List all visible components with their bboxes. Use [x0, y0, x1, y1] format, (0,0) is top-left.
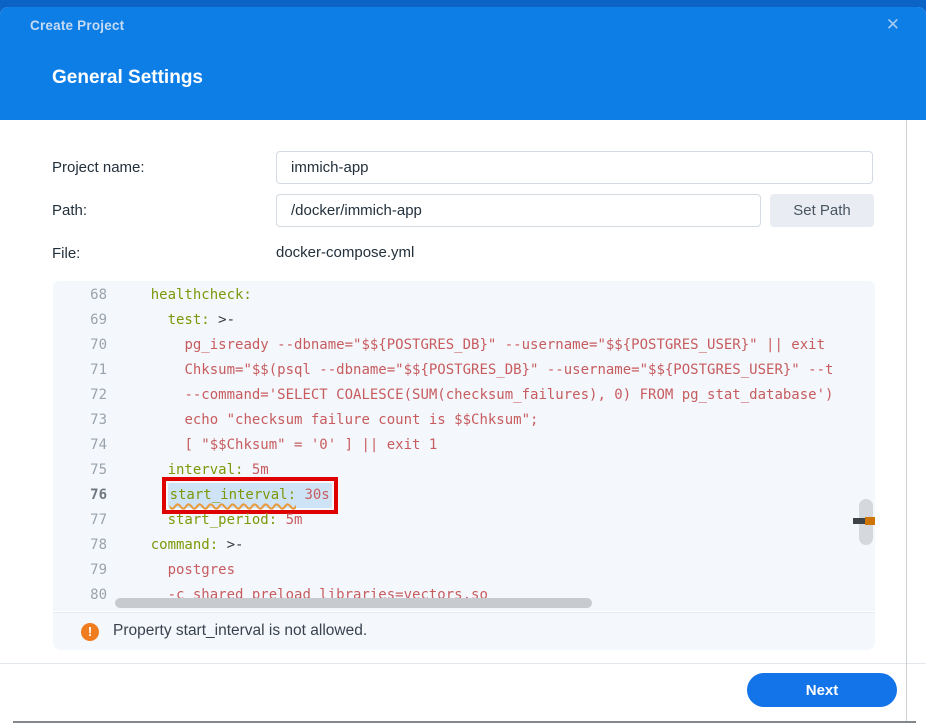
- line-number: 75: [53, 458, 117, 483]
- path-input[interactable]: [276, 194, 761, 227]
- set-path-button[interactable]: Set Path: [770, 194, 874, 227]
- background-window-edge-right: [906, 120, 907, 722]
- line-number: 74: [53, 433, 117, 458]
- validation-error-text: Property start_interval is not allowed.: [113, 622, 367, 640]
- project-name-input[interactable]: [276, 151, 873, 184]
- next-button[interactable]: Next: [747, 673, 897, 707]
- line-number: 69: [53, 308, 117, 333]
- line-number: 73: [53, 408, 117, 433]
- path-label: Path:: [52, 202, 87, 219]
- footer-divider: [0, 663, 926, 664]
- code-line: 77 start_period: 5m: [53, 508, 875, 533]
- validation-error-bar: ! Property start_interval is not allowed…: [53, 612, 875, 650]
- code-line: 75 interval: 5m: [53, 458, 875, 483]
- error-highlight-box: start_interval: 30s: [168, 483, 332, 508]
- code-line: 69 test: >-: [53, 308, 875, 333]
- line-number: 68: [53, 283, 117, 308]
- close-icon[interactable]: ✕: [886, 15, 900, 35]
- project-name-label: Project name:: [52, 159, 145, 176]
- horizontal-scrollbar[interactable]: [115, 598, 592, 608]
- code-line: 72 --command='SELECT COALESCE(SUM(checks…: [53, 383, 875, 408]
- dialog-header: Create Project ✕ General Settings: [0, 7, 926, 120]
- warning-icon: !: [81, 623, 99, 641]
- scrollbar-marker-dark: [853, 518, 865, 524]
- code-lines: 68 healthcheck:69 test: >-70 pg_isready …: [53, 283, 875, 608]
- screen: Create Project ✕ General Settings Projec…: [0, 0, 926, 726]
- code-line: 74 [ "$$Chksum" = '0' ] || exit 1: [53, 433, 875, 458]
- code-line: 73 echo "checksum failure count is $$Chk…: [53, 408, 875, 433]
- file-value: docker-compose.yml: [276, 244, 414, 261]
- line-number: 72: [53, 383, 117, 408]
- code-line: 70 pg_isready --dbname="$${POSTGRES_DB}"…: [53, 333, 875, 358]
- background-window-edge-bottom: [13, 721, 916, 723]
- file-label: File:: [52, 245, 80, 262]
- yaml-code-editor[interactable]: 68 healthcheck:69 test: >-70 pg_isready …: [53, 281, 875, 611]
- code-line: 76 start_interval: 30s: [53, 483, 875, 508]
- scrollbar-marker-warning: [865, 517, 875, 525]
- code-line: 68 healthcheck:: [53, 283, 875, 308]
- code-line: 71 Chksum="$$(psql --dbname="$${POSTGRES…: [53, 358, 875, 383]
- code-line: 79 postgres: [53, 558, 875, 583]
- line-number: 77: [53, 508, 117, 533]
- line-number: 80: [53, 583, 117, 608]
- dialog-title: Create Project: [30, 18, 124, 33]
- line-number: 79: [53, 558, 117, 583]
- code-line: 78 command: >-: [53, 533, 875, 558]
- line-number: 70: [53, 333, 117, 358]
- line-number: 78: [53, 533, 117, 558]
- line-number: 71: [53, 358, 117, 383]
- line-number: 76: [53, 483, 117, 508]
- page-title: General Settings: [52, 67, 203, 89]
